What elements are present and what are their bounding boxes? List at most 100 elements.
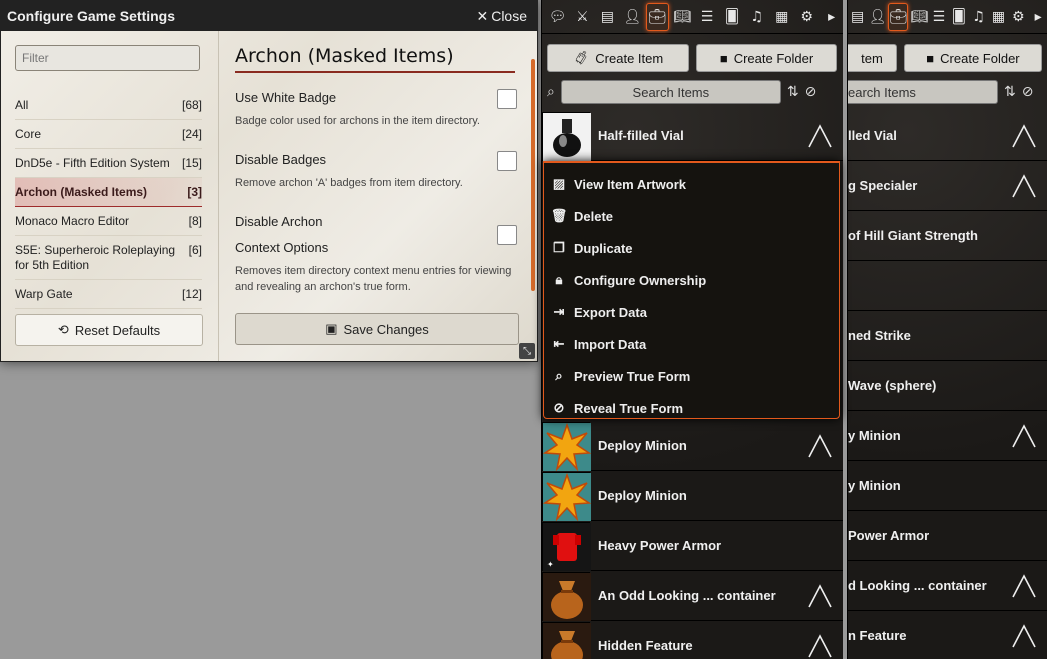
setting-disable-context-options: Disable Archon Context Options Removes i… <box>235 209 517 295</box>
reset-label: Reset Defaults <box>74 322 161 338</box>
sidebar-tabs: 💬︎⚔︎▤👤︎💼︎📖︎☰🂠♫▦⚙︎▸ <box>542 0 843 34</box>
create-item-button[interactable]: tem <box>848 44 897 72</box>
collapse-icon[interactable]: ▸ <box>1029 3 1047 31</box>
actors-icon[interactable]: 👤︎ <box>621 3 644 31</box>
sort-icon[interactable]: ⇅ <box>787 84 799 100</box>
item-row[interactable]: Wave (sphere) <box>848 361 1047 411</box>
archon-badge-icon <box>807 123 833 149</box>
context-menu: ▨ View Item Artwork 🗑︎ Delete ❐ Duplicate 🔒︎ Co… <box>543 161 840 419</box>
category-item[interactable]: Archon (Masked Items) [3] <box>15 178 202 207</box>
context-item[interactable]: ⊘ Reveal True Form <box>544 392 839 424</box>
context-item[interactable]: 🗑︎ Delete <box>544 200 839 232</box>
context-item-label: Delete <box>574 208 614 224</box>
item-row[interactable]: Deploy Minion <box>542 471 843 522</box>
context-item[interactable]: 🔒︎ Configure Ownership <box>544 264 839 296</box>
settings-icon[interactable]: ⚙︎ <box>1009 3 1027 31</box>
context-item-label: Duplicate <box>574 240 633 256</box>
chat-icon[interactable]: 💬︎ <box>546 3 569 31</box>
category-item[interactable]: Core [24] <box>15 120 202 149</box>
actors-icon[interactable]: 👤︎ <box>869 3 887 31</box>
window-header[interactable]: Configure Game Settings ✕ Close <box>1 1 537 31</box>
create-folder-button[interactable]: ■ Create Folder <box>696 44 837 72</box>
journal-icon[interactable]: 📖︎ <box>910 3 928 31</box>
playlists-icon[interactable]: ♫ <box>970 3 988 31</box>
eye-slash-icon[interactable]: ⊘ <box>805 84 817 100</box>
item-list: lled Vial g Specialer of Hill Giant Streng… <box>848 111 1047 659</box>
category-item[interactable]: Monaco Macro Editor [8] <box>15 207 202 236</box>
filter-input[interactable] <box>15 45 200 71</box>
create-folder-button[interactable]: ■ Create Folder <box>903 44 1042 72</box>
cards-icon[interactable]: 🂠 <box>720 3 743 31</box>
item-name: n Feature <box>848 628 907 643</box>
context-item[interactable]: ❐ Duplicate <box>544 232 839 264</box>
item-row[interactable] <box>848 261 1047 311</box>
scrollbar[interactable] <box>531 59 535 291</box>
category-item[interactable]: DnD5e - Fifth Edition System [15] <box>15 149 202 178</box>
context-item[interactable]: ⇥ Export Data <box>544 296 839 328</box>
item-row[interactable]: ✦ Heavy Power Armor <box>542 521 843 571</box>
close-icon: ✕ <box>476 7 489 24</box>
resize-handle-icon[interactable]: ⤡ <box>519 343 535 359</box>
search-input[interactable] <box>848 80 998 104</box>
journal-icon[interactable]: 📖︎ <box>671 3 694 31</box>
category-count: [15] <box>181 156 202 170</box>
item-row[interactable]: g Specialer <box>848 161 1047 211</box>
eye-slash-icon: ⊘ <box>553 400 565 415</box>
compendium-icon[interactable]: ▦ <box>770 3 793 31</box>
category-column: All [68] Core [24] DnD5e - Fifth Edition Sys… <box>1 31 219 361</box>
scenes-icon[interactable]: ▤ <box>849 3 867 31</box>
cards-icon[interactable]: 🂠 <box>950 3 968 31</box>
save-changes-button[interactable]: ▣ Save Changes <box>235 313 519 345</box>
item-row[interactable]: d Looking ... container <box>848 561 1047 611</box>
category-item[interactable]: Warp Gate [12] <box>15 280 202 309</box>
item-row[interactable]: Power Armor <box>848 511 1047 561</box>
context-item-label: View Item Artwork <box>574 176 686 192</box>
use-white-badge-checkbox[interactable] <box>497 89 517 109</box>
compendium-icon[interactable]: ▦ <box>990 3 1008 31</box>
item-row[interactable]: y Minion <box>848 411 1047 461</box>
item-name: g Specialer <box>848 178 918 193</box>
item-row[interactable]: y Minion <box>848 461 1047 511</box>
reset-defaults-button[interactable]: ⟲ Reset Defaults <box>15 314 203 346</box>
eye-slash-icon[interactable]: ⊘ <box>1022 84 1034 100</box>
sort-icon[interactable]: ⇅ <box>1004 84 1016 100</box>
category-item[interactable]: All [68] <box>15 91 202 120</box>
item-row[interactable]: lled Vial <box>848 111 1047 161</box>
category-count: [6] <box>188 243 202 257</box>
settings-window: Configure Game Settings ✕ Close All [68] C… <box>0 0 538 362</box>
item-row[interactable]: n Feature <box>848 611 1047 659</box>
playlists-icon[interactable]: ♫ <box>745 3 768 31</box>
disable-badges-checkbox[interactable] <box>497 151 517 171</box>
items-icon[interactable]: 💼︎ <box>645 2 669 31</box>
save-label: Save Changes <box>343 321 429 337</box>
tables-icon[interactable]: ☰ <box>696 3 719 31</box>
items-icon[interactable]: 💼︎ <box>888 2 909 31</box>
close-button[interactable]: ✕ Close <box>476 8 527 25</box>
item-row[interactable]: Hidden Feature <box>542 621 843 659</box>
search-input[interactable] <box>560 80 781 104</box>
tables-icon[interactable]: ☰ <box>930 3 948 31</box>
item-row[interactable]: ned Strike <box>848 311 1047 361</box>
category-item[interactable]: S5E: Superheroic Roleplaying for 5th Edi… <box>15 236 202 280</box>
category-count: [3] <box>187 185 202 199</box>
settings-icon[interactable]: ⚙︎ <box>795 3 818 31</box>
setting-name: Disable Badges <box>235 152 327 167</box>
item-row[interactable]: Half-filled Vial <box>542 111 843 161</box>
item-thumbnail <box>542 621 591 659</box>
context-item[interactable]: ⌕ Preview True Form <box>544 360 839 392</box>
search-icon: ⌕ <box>547 84 555 100</box>
collapse-icon[interactable]: ▸ <box>820 3 843 31</box>
context-item[interactable]: ⇤ Import Data <box>544 328 839 360</box>
item-row[interactable]: of Hill Giant Strength <box>848 211 1047 261</box>
item-row[interactable]: An Odd Looking ... container <box>542 571 843 621</box>
combat-icon[interactable]: ⚔︎ <box>571 3 594 31</box>
category-count: [24] <box>181 127 202 141</box>
scenes-icon[interactable]: ▤ <box>596 3 619 31</box>
close-label: Close <box>491 8 527 24</box>
context-item[interactable]: ▨ View Item Artwork <box>544 168 839 200</box>
disable-context-options-checkbox[interactable] <box>497 225 517 245</box>
setting-hint: Badge color used for archons in the item… <box>235 115 480 127</box>
item-row[interactable]: Deploy Minion <box>542 421 843 472</box>
save-icon: ▣ <box>325 321 338 336</box>
create-item-button[interactable]: 🧳︎ Create Item <box>547 44 689 72</box>
